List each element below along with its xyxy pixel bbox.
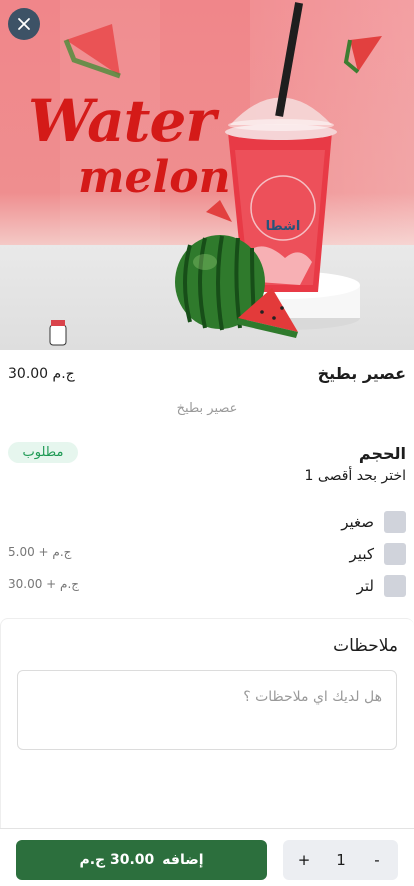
add-to-cart-button[interactable]: إضافه 30.00 ج.م [16,840,267,880]
size-option-liter[interactable]: لتر 30.00 + ج.م [0,575,414,601]
quantity-increase-button[interactable]: + [289,840,319,880]
size-option-checkbox[interactable] [384,511,406,533]
add-to-cart-label: إضافه [162,852,204,868]
size-option-checkbox[interactable] [384,575,406,597]
close-button[interactable] [8,8,40,40]
size-option-label: كبير [349,545,374,563]
product-description: عصير بطيخ [176,401,238,416]
size-option-checkbox[interactable] [384,543,406,565]
size-group-title: الحجم [358,444,406,463]
add-to-cart-price: 30.00 ج.م [79,852,155,868]
quantity-value: 1 [336,851,346,869]
quantity-stepper: + 1 - [283,840,398,880]
quantity-decrease-button[interactable]: - [362,840,392,880]
size-option-extra-price: 5.00 + ج.م [8,545,72,559]
required-badge: مطلوب [8,442,78,463]
product-price: 30.00 ج.م [8,366,75,382]
product-hero-image: Water melon اشطا [0,0,414,350]
cup-logo-text: اشطا [266,219,301,234]
size-option-label: صغير [341,513,374,531]
hero-illustration: اشطا [49,2,382,346]
size-group-subtitle: اختر بحد أقصى 1 [304,468,406,484]
product-name: عصير بطيخ [317,364,406,383]
size-option-extra-price: 30.00 + ج.م [8,577,80,591]
size-option-label: لتر [356,577,374,595]
close-icon [18,18,30,30]
notes-input[interactable] [17,670,397,750]
size-option-small[interactable]: صغير [0,511,414,537]
notes-title: ملاحظات [333,636,398,656]
size-option-large[interactable]: كبير 5.00 + ج.م [0,543,414,569]
